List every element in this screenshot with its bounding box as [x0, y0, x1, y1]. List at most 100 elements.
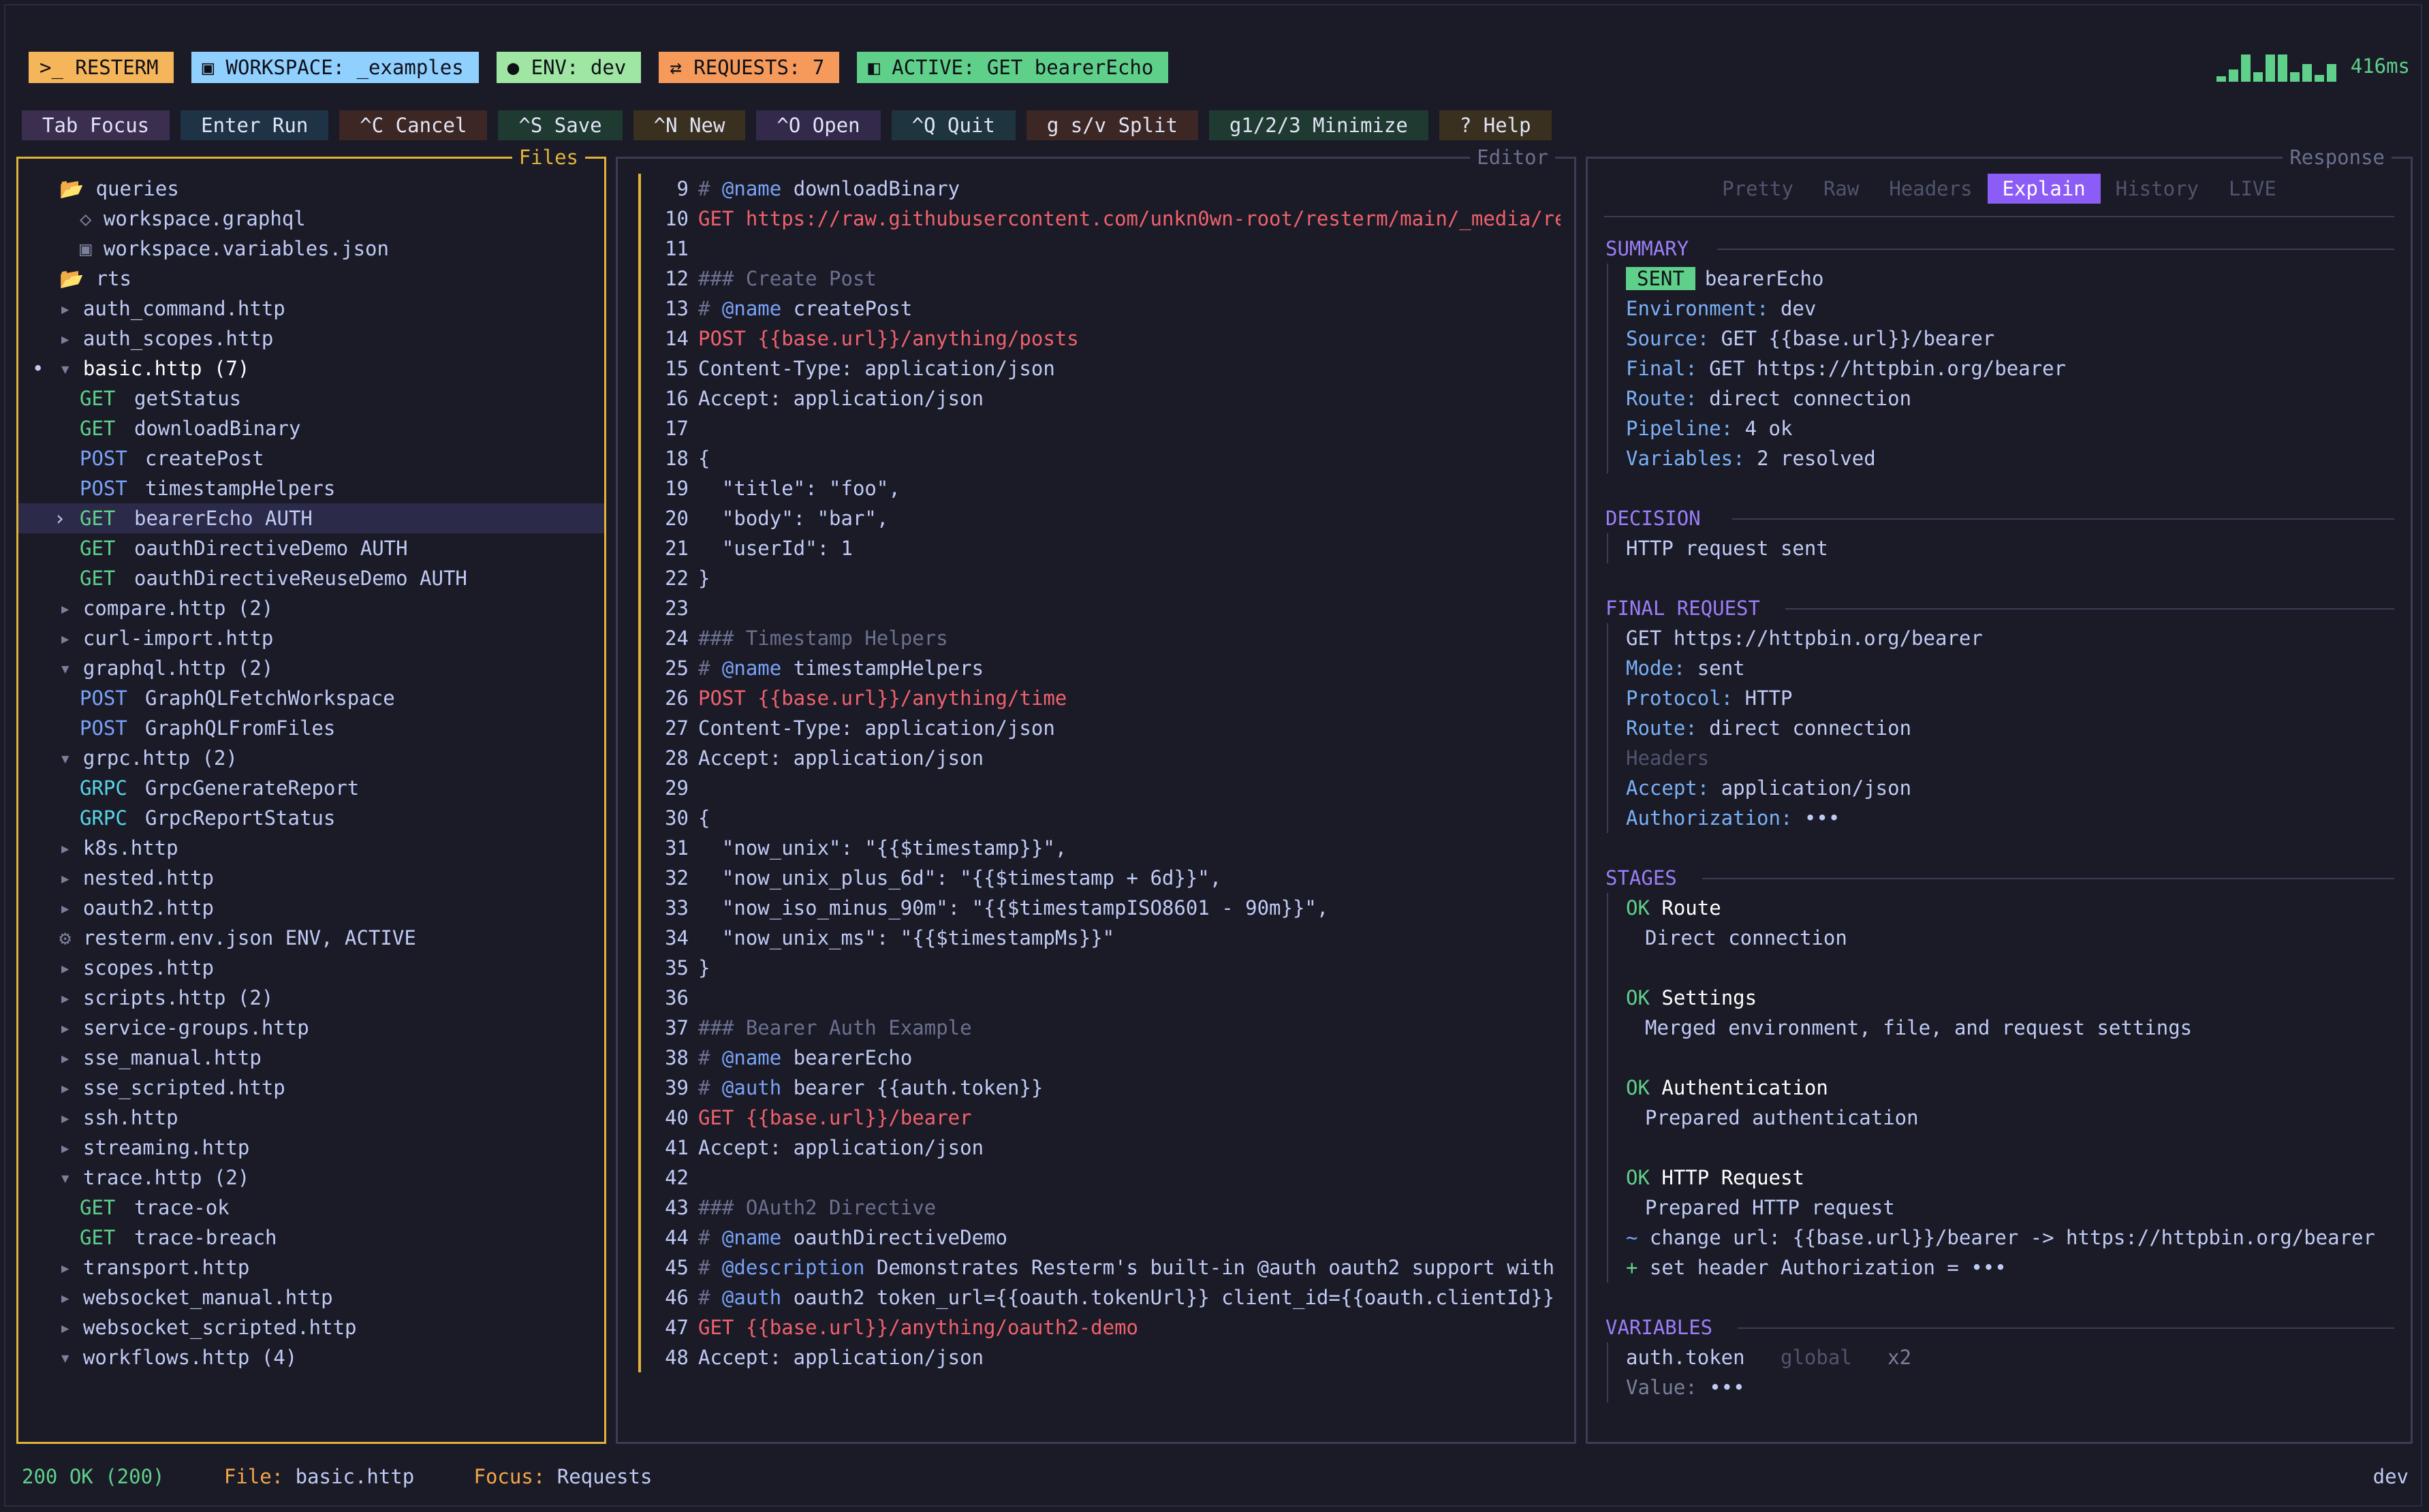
- key-hint-button[interactable]: ? Help: [1439, 110, 1552, 140]
- code-line[interactable]: 29: [651, 773, 1561, 803]
- code-line[interactable]: 22}: [651, 563, 1561, 593]
- code-line[interactable]: 13 # @name createPost: [651, 294, 1561, 324]
- file-tree-item[interactable]: ▸ scopes.http: [18, 953, 604, 983]
- file-tree-item[interactable]: ▾ trace.http (2): [18, 1163, 604, 1193]
- code-line[interactable]: 46 # @auth oauth2 token_url={{oauth.token…: [651, 1282, 1561, 1312]
- request-item[interactable]: GRPC GrpcReportStatus: [18, 803, 604, 833]
- file-tree-item[interactable]: ▸ websocket_scripted.http: [18, 1312, 604, 1342]
- key-hint-button[interactable]: ^S Save: [498, 110, 623, 140]
- code-line[interactable]: 19 "title": "foo",: [651, 473, 1561, 503]
- code-line[interactable]: 35}: [651, 953, 1561, 983]
- code-line[interactable]: 10 GET https://raw.githubusercontent.com/…: [651, 204, 1561, 234]
- request-item[interactable]: GET downloadBinary: [18, 413, 604, 443]
- file-tree-item[interactable]: ▾ graphql.http (2): [18, 653, 604, 683]
- file-tree-item[interactable]: ▾ workflows.http (4): [18, 1342, 604, 1372]
- request-item[interactable]: POST createPost: [18, 443, 604, 473]
- files-panel[interactable]: Files 📂 queries ◇ workspace.graphql ▣ work…: [16, 144, 606, 1444]
- code-editor[interactable]: 9 # @name downloadBinary 10 GET https://raw…: [651, 174, 1561, 1372]
- code-line[interactable]: 44 # @name oauthDirectiveDemo: [651, 1223, 1561, 1253]
- code-line[interactable]: 40 GET {{base.url}}/bearer: [651, 1103, 1561, 1133]
- code-line[interactable]: 25 # @name timestampHelpers: [651, 653, 1561, 683]
- key-hint-button[interactable]: Tab Focus: [22, 110, 170, 140]
- key-hint-button[interactable]: ^N New: [633, 110, 746, 140]
- code-line[interactable]: 39 # @auth bearer {{auth.token}}: [651, 1073, 1561, 1103]
- code-line[interactable]: 45 # @description Demonstrates Resterm's …: [651, 1253, 1561, 1282]
- code-line[interactable]: 14 POST {{base.url}}/anything/posts: [651, 324, 1561, 353]
- key-hint-button[interactable]: g1/2/3 Minimize: [1208, 110, 1428, 140]
- code-line[interactable]: 37 ### Bearer Auth Example: [651, 1013, 1561, 1043]
- code-line[interactable]: 43 ### OAuth2 Directive: [651, 1193, 1561, 1223]
- file-tree-item[interactable]: ▸ oauth2.http: [18, 893, 604, 923]
- code-line[interactable]: 38 # @name bearerEcho: [651, 1043, 1561, 1073]
- code-line[interactable]: 17: [651, 413, 1561, 443]
- code-line[interactable]: 9 # @name downloadBinary: [651, 174, 1561, 204]
- request-item[interactable]: POST GraphQLFetchWorkspace: [18, 683, 604, 713]
- code-line[interactable]: 34 "now_unix_ms": "{{$timestampMs}}": [651, 923, 1561, 953]
- request-item[interactable]: GET oauthDirectiveReuseDemo AUTH: [18, 563, 604, 593]
- request-item[interactable]: POST GraphQLFromFiles: [18, 713, 604, 743]
- request-item[interactable]: › GET bearerEcho AUTH: [18, 503, 604, 533]
- file-tree-item[interactable]: ▸ service-groups.http: [18, 1013, 604, 1043]
- code-line[interactable]: 28 Accept: application/json: [651, 743, 1561, 773]
- request-item[interactable]: POST timestampHelpers: [18, 473, 604, 503]
- request-item[interactable]: GET oauthDirectiveDemo AUTH: [18, 533, 604, 563]
- key-hint-button[interactable]: ^Q Quit: [891, 110, 1016, 140]
- file-tree[interactable]: 📂 queries ◇ workspace.graphql ▣ workspace.…: [18, 174, 604, 1372]
- code-line[interactable]: 33 "now_iso_minus_90m": "{{$timestampISO…: [651, 893, 1561, 923]
- response-panel[interactable]: Response Pretty Raw Headers Explain History L…: [1586, 144, 2413, 1444]
- code-line[interactable]: 41 Accept: application/json: [651, 1133, 1561, 1163]
- code-line[interactable]: 11: [651, 234, 1561, 264]
- code-line[interactable]: 27 Content-Type: application/json: [651, 713, 1561, 743]
- request-item[interactable]: GRPC GrpcGenerateReport: [18, 773, 604, 803]
- tab-headers[interactable]: Headers: [1874, 174, 1987, 204]
- code-line[interactable]: 21 "userId": 1: [651, 533, 1561, 563]
- code-line[interactable]: 16 Accept: application/json: [651, 383, 1561, 413]
- file-tree-item[interactable]: ◇ workspace.graphql: [18, 204, 604, 234]
- code-line[interactable]: 42: [651, 1163, 1561, 1193]
- file-tree-item[interactable]: ▸ sse_scripted.http: [18, 1073, 604, 1103]
- key-hint-button[interactable]: Enter Run: [181, 110, 329, 140]
- key-hint-button[interactable]: ^C Cancel: [339, 110, 488, 140]
- code-line[interactable]: 36: [651, 983, 1561, 1013]
- file-tree-item[interactable]: ⚙ resterm.env.json ENV, ACTIVE: [18, 923, 604, 953]
- code-line[interactable]: 31 "now_unix": "{{$timestamp}}",: [651, 833, 1561, 863]
- tab-live[interactable]: LIVE: [2214, 174, 2291, 204]
- file-tree-item[interactable]: ▣ workspace.variables.json: [18, 234, 604, 264]
- file-tree-item[interactable]: ▸ websocket_manual.http: [18, 1282, 604, 1312]
- code-line[interactable]: 24 ### Timestamp Helpers: [651, 623, 1561, 653]
- code-line[interactable]: 23: [651, 593, 1561, 623]
- file-tree-item[interactable]: ▾ grpc.http (2): [18, 743, 604, 773]
- editor-panel[interactable]: Editor 9 # @name downloadBinary 10 GET http…: [616, 144, 1576, 1444]
- file-tree-item[interactable]: ▸ compare.http (2): [18, 593, 604, 623]
- key-hint-button[interactable]: g s/v Split: [1026, 110, 1198, 140]
- code-line[interactable]: 30 {: [651, 803, 1561, 833]
- tab-raw[interactable]: Raw: [1808, 174, 1874, 204]
- request-item[interactable]: GET trace-ok: [18, 1193, 604, 1223]
- file-tree-item[interactable]: ▸ curl-import.http: [18, 623, 604, 653]
- file-tree-item[interactable]: ▸ auth_scopes.http: [18, 324, 604, 353]
- environment-badge[interactable]: ● ENV: dev: [492, 52, 642, 83]
- file-tree-item[interactable]: ▸ scripts.http (2): [18, 983, 604, 1013]
- file-tree-item[interactable]: 📂 queries: [18, 174, 604, 204]
- code-line[interactable]: 47 GET {{base.url}}/anything/oauth2-demo: [651, 1312, 1561, 1342]
- file-tree-item[interactable]: ▸ transport.http: [18, 1253, 604, 1282]
- tab-history[interactable]: History: [2101, 174, 2214, 204]
- code-line[interactable]: 15 Content-Type: application/json: [651, 353, 1561, 383]
- file-tree-item[interactable]: 📂 rts: [18, 264, 604, 294]
- code-line[interactable]: 18 {: [651, 443, 1561, 473]
- code-line[interactable]: 48 Accept: application/json: [651, 1342, 1561, 1372]
- code-line[interactable]: 20 "body": "bar",: [651, 503, 1561, 533]
- tab-explain[interactable]: Explain: [1987, 174, 2101, 204]
- request-item[interactable]: GET getStatus: [18, 383, 604, 413]
- code-line[interactable]: 26 POST {{base.url}}/anything/time: [651, 683, 1561, 713]
- file-tree-item[interactable]: ▸ k8s.http: [18, 833, 604, 863]
- file-tree-item[interactable]: ▸ ssh.http: [18, 1103, 604, 1133]
- code-line[interactable]: 12 ### Create Post: [651, 264, 1561, 294]
- code-line[interactable]: 32 "now_unix_plus_6d": "{{$timestamp + 6…: [651, 863, 1561, 893]
- file-tree-item[interactable]: ▸ auth_command.http: [18, 294, 604, 324]
- workspace-badge[interactable]: ▣ WORKSPACE: _examples: [187, 52, 479, 83]
- file-tree-item[interactable]: ▸ streaming.http: [18, 1133, 604, 1163]
- request-item[interactable]: GET trace-breach: [18, 1223, 604, 1253]
- file-tree-item[interactable]: ▸ nested.http: [18, 863, 604, 893]
- file-tree-item[interactable]: ▸ sse_manual.http: [18, 1043, 604, 1073]
